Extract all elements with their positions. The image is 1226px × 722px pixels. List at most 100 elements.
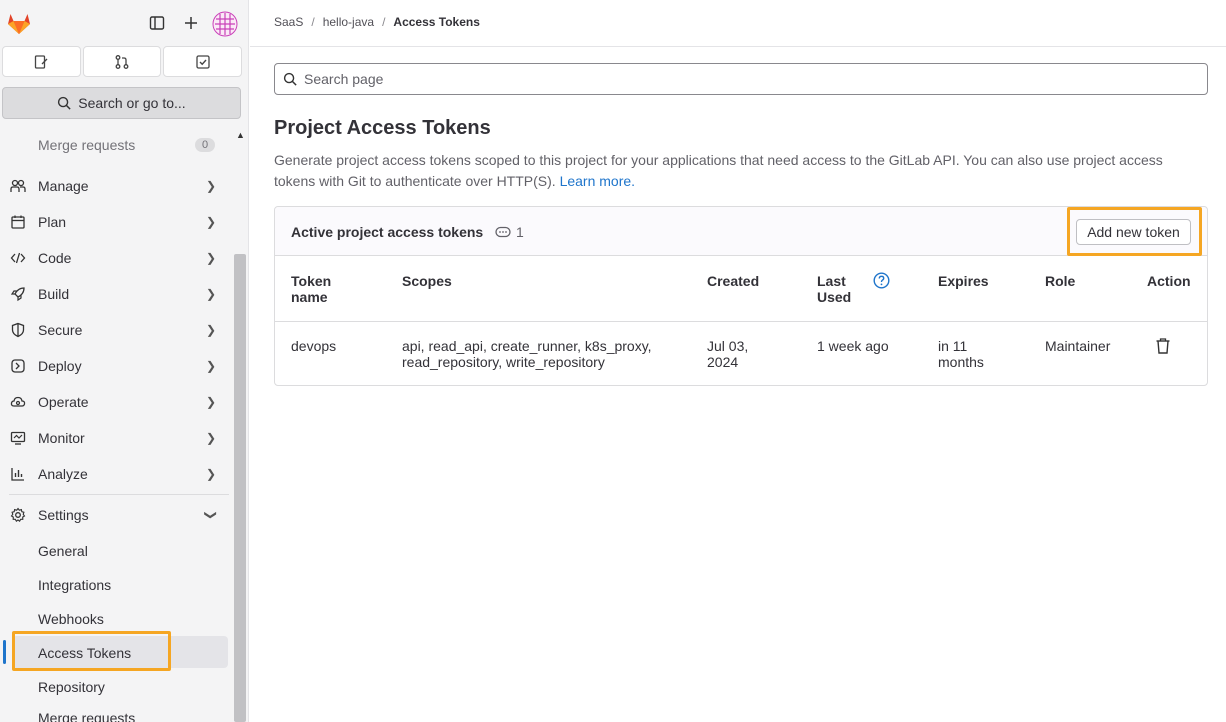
breadcrumb-item[interactable]: SaaS	[274, 15, 303, 29]
chevron-down-icon: ❯	[204, 509, 219, 521]
sidebar-item-label: Manage	[38, 178, 89, 194]
sidebar-item-label: Secure	[38, 322, 83, 338]
code-icon	[9, 249, 27, 267]
sidebar-item-label: Merge requests	[38, 137, 136, 153]
merge-request-icon	[115, 54, 129, 69]
sidebar-item-analyze[interactable]: Analyze ❯	[0, 456, 232, 492]
column-header-created: Created	[707, 273, 760, 289]
column-header-token-name: Token name	[291, 273, 332, 305]
column-header-expires: Expires	[938, 273, 989, 289]
chevron-right-icon: ❯	[206, 431, 217, 445]
column-header-last-used: Last Used	[817, 273, 852, 305]
issues-icon	[35, 54, 48, 69]
token-last-used-cell: 1 week ago	[817, 338, 889, 354]
breadcrumb-separator: /	[311, 15, 315, 29]
column-header-action: Action	[1147, 273, 1191, 289]
chevron-right-icon: ❯	[206, 467, 217, 481]
sidebar-item-manage[interactable]: Manage ❯	[0, 168, 232, 204]
search-or-go-to-label: Search or go to...	[78, 95, 186, 111]
header-divider	[250, 46, 1226, 47]
merge-requests-button[interactable]	[82, 46, 162, 77]
sidebar-subitem-label: Access Tokens	[38, 645, 132, 661]
chevron-right-icon: ❯	[206, 179, 217, 193]
chevron-right-icon: ❯	[206, 323, 217, 337]
sidebar-scrollbar[interactable]: ▲	[232, 128, 248, 722]
sidebar-item-build[interactable]: Build ❯	[0, 276, 232, 312]
sidebar-top	[0, 0, 248, 46]
chevron-right-icon: ❯	[206, 395, 217, 409]
sidebar-item-code[interactable]: Code ❯	[0, 240, 232, 276]
users-icon	[9, 177, 27, 195]
todo-button[interactable]	[163, 46, 243, 77]
sidebar-subitem-label: Merge requests	[38, 710, 136, 722]
search-page-input[interactable]: Search page	[274, 63, 1208, 95]
chevron-right-icon: ❯	[206, 287, 217, 301]
tokens-card-title: Active project access tokens	[291, 224, 484, 240]
breadcrumb-current[interactable]: Access Tokens	[393, 15, 480, 29]
sidebar-toggle-icon[interactable]	[146, 12, 168, 34]
search-icon	[283, 72, 297, 86]
column-header-role: Role	[1045, 273, 1076, 289]
learn-more-link[interactable]: Learn more.	[560, 173, 635, 189]
sidebar-subitem-merge-requests[interactable]: Merge requests	[0, 700, 232, 722]
gear-icon	[9, 506, 27, 524]
description-text: Generate project access tokens scoped to…	[274, 152, 1163, 189]
chevron-right-icon: ❯	[206, 359, 217, 373]
sidebar-item-merge-requests[interactable]: Merge requests 0	[0, 127, 232, 163]
count-badge: 0	[195, 138, 216, 152]
breadcrumb-item[interactable]: hello-java	[323, 15, 374, 29]
token-scopes-cell: api, read_api, create_runner, k8s_proxy,…	[402, 338, 652, 370]
sidebar-subitem-general[interactable]: General	[0, 533, 232, 569]
issues-button[interactable]	[2, 46, 81, 77]
gitlab-logo[interactable]	[6, 10, 32, 36]
search-page-placeholder: Search page	[304, 71, 384, 87]
scrollbar-thumb[interactable]	[234, 254, 246, 722]
sidebar-item-label: Operate	[38, 394, 89, 410]
sidebar: Search or go to... Merge requests 0 Mana…	[0, 0, 249, 722]
search-or-go-to-button[interactable]: Search or go to...	[2, 87, 241, 119]
sidebar-item-label: Deploy	[38, 358, 82, 374]
chevron-right-icon: ❯	[206, 215, 217, 229]
sidebar-subitem-label: Integrations	[38, 577, 112, 593]
breadcrumb: SaaS / hello-java / Access Tokens	[274, 15, 480, 29]
sidebar-item-plan[interactable]: Plan ❯	[0, 204, 232, 240]
token-icon	[495, 226, 511, 238]
sidebar-item-settings[interactable]: Settings ❯	[0, 497, 232, 533]
sidebar-item-secure[interactable]: Secure ❯	[0, 312, 232, 348]
token-count: 1	[495, 224, 524, 240]
sidebar-item-deploy[interactable]: Deploy ❯	[0, 348, 232, 384]
cloud-icon	[9, 393, 27, 411]
token-name-cell: devops	[291, 338, 337, 354]
sidebar-subitem-access-tokens[interactable]: Access Tokens	[0, 635, 232, 671]
question-icon[interactable]	[873, 272, 890, 289]
sidebar-item-label: Code	[38, 250, 72, 266]
divider	[9, 494, 229, 495]
sidebar-item-label: Build	[38, 286, 70, 302]
plus-icon[interactable]	[180, 12, 202, 34]
token-created-cell: Jul 03, 2024	[707, 338, 749, 370]
sidebar-subitem-label: Webhooks	[38, 611, 104, 627]
table-divider	[275, 321, 1207, 322]
sidebar-item-label: Plan	[38, 214, 67, 230]
token-count-value: 1	[516, 224, 524, 240]
main-content: SaaS / hello-java / Access Tokens Search…	[250, 0, 1226, 722]
add-new-token-button[interactable]: Add new token	[1076, 219, 1191, 245]
sidebar-item-operate[interactable]: Operate ❯	[0, 384, 232, 420]
deploy-icon	[9, 357, 27, 375]
token-role-cell: Maintainer	[1045, 338, 1111, 354]
sidebar-subitem-integrations[interactable]: Integrations	[0, 567, 232, 603]
calendar-icon	[9, 213, 27, 231]
trash-icon[interactable]	[1155, 337, 1171, 355]
avatar[interactable]	[212, 11, 238, 37]
quick-actions	[2, 46, 243, 79]
shield-icon	[9, 321, 27, 339]
breadcrumb-separator: /	[382, 15, 386, 29]
column-header-scopes: Scopes	[402, 273, 452, 289]
chevron-right-icon: ❯	[206, 251, 217, 265]
token-expires-cell: in 11 months	[938, 338, 984, 370]
sidebar-subitem-webhooks[interactable]: Webhooks	[0, 601, 232, 637]
sidebar-subitem-label: Repository	[38, 679, 105, 695]
scroll-up-icon[interactable]: ▲	[236, 130, 245, 140]
search-icon	[58, 96, 71, 110]
sidebar-item-monitor[interactable]: Monitor ❯	[0, 420, 232, 456]
